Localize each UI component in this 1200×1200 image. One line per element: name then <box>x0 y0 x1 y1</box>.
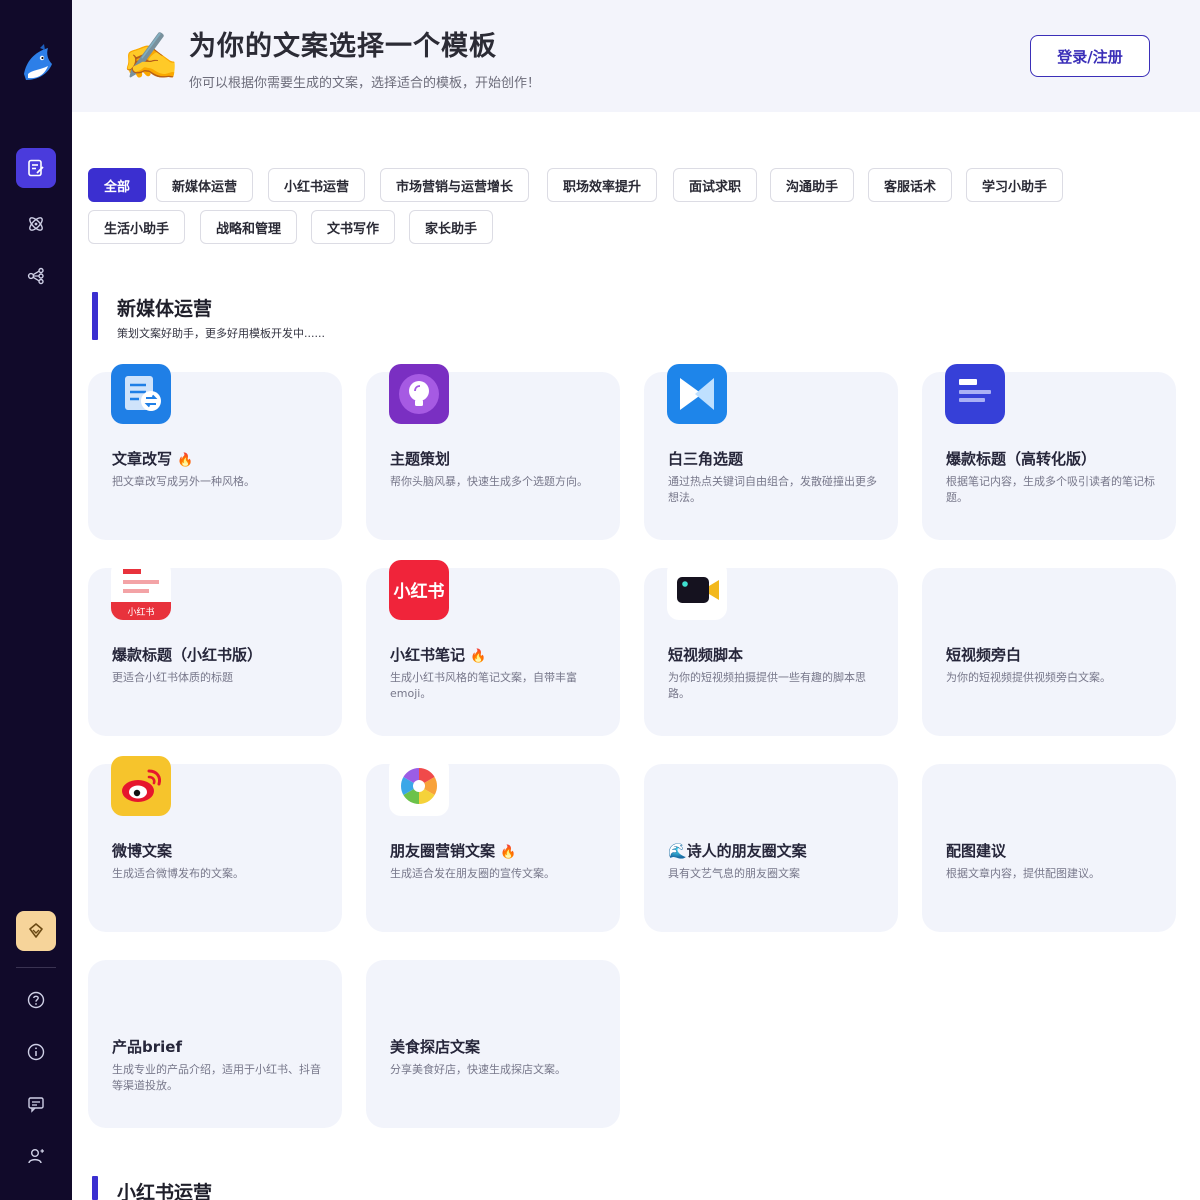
nav-workflow[interactable] <box>16 256 56 296</box>
card-title: 配图建议 <box>946 842 1007 860</box>
nav-feedback[interactable] <box>16 1084 56 1124</box>
help-icon <box>27 991 45 1009</box>
card-description: 生成适合发在朋友圈的宣传文案。 <box>390 867 555 880</box>
card-title: 白三角选题 <box>668 450 744 468</box>
user-add-icon <box>28 1149 44 1164</box>
category-chip[interactable]: 学习小助手 <box>966 168 1064 202</box>
moments-icon <box>389 756 449 816</box>
template-card-poet-moments[interactable]: 🌊诗人的朋友圈文案 具有文艺气息的朋友圈文案 <box>644 764 898 932</box>
section-accent-bar <box>92 1176 98 1200</box>
category-chip[interactable]: 家长助手 <box>409 210 494 244</box>
template-card-product-brief[interactable]: 产品brief 生成专业的产品介绍，适用于小红书、抖音等渠道投放。 <box>88 960 342 1128</box>
card-title: 爆款标题（小红书版） <box>112 646 263 664</box>
card-title: 朋友圈营销文案 🔥 <box>390 842 517 860</box>
category-chip[interactable]: 文书写作 <box>311 210 396 244</box>
card-description: 更适合小红书体质的标题 <box>112 671 233 684</box>
app-root: ✍️ 为你的文案选择一个模板 你可以根据你需要生成的文案，选择适合的模板，开始创… <box>0 0 1200 1200</box>
category-chip[interactable]: 生活小助手 <box>88 210 186 244</box>
nav-user[interactable] <box>16 1136 56 1176</box>
writing-hand-icon: ✍️ <box>122 29 180 83</box>
card-title: 短视频旁白 <box>946 646 1022 664</box>
card-description: 根据笔记内容，生成多个吸引读者的笔记标题。 <box>946 475 1155 504</box>
category-chip[interactable]: 市场营销与运营增长 <box>380 168 530 202</box>
card-title: 短视频脚本 <box>668 646 744 664</box>
headline-icon <box>945 364 1005 424</box>
weibo-icon <box>111 756 171 816</box>
fire-icon: 🔥 <box>177 453 194 468</box>
section-title: 新媒体运营 <box>117 298 213 320</box>
page-title: 为你的文案选择一个模板 <box>189 31 497 62</box>
card-description: 分享美食好店，快速生成探店文案。 <box>390 1063 566 1076</box>
card-title: 微博文案 <box>112 842 173 860</box>
card-title: 爆款标题（高转化版） <box>946 450 1097 468</box>
card-title: 🌊诗人的朋友圈文案 <box>668 842 807 860</box>
category-chip-all[interactable]: 全部 <box>88 168 147 202</box>
card-description: 生成适合微博发布的文案。 <box>112 867 244 880</box>
card-description: 具有文艺气息的朋友圈文案 <box>668 867 800 880</box>
category-chip[interactable]: 新媒体运营 <box>156 168 254 202</box>
sidebar-divider <box>16 967 56 968</box>
vip-icon <box>29 923 43 938</box>
rewrite-icon <box>111 364 171 424</box>
card-title: 美食探店文案 <box>390 1038 481 1056</box>
lightbulb-icon <box>389 364 449 424</box>
category-chip[interactable]: 战略和管理 <box>200 210 298 244</box>
card-title: 文章改写 🔥 <box>112 450 194 468</box>
nav-help[interactable] <box>16 980 56 1020</box>
template-card-video-script[interactable]: 短视频脚本 为你的短视频拍摄提供一些有趣的脚本思路。 <box>644 560 898 736</box>
card-description: 生成专业的产品介绍，适用于小红书、抖音等渠道投放。 <box>112 1063 321 1092</box>
section-accent-bar <box>92 292 98 340</box>
template-card-white-triangle[interactable]: 白三角选题 通过热点关键词自由组合，发散碰撞出更多想法。 <box>644 364 898 540</box>
template-card-video-narration[interactable]: 短视频旁白 为你的短视频提供视频旁白文案。 <box>922 568 1176 736</box>
card-description: 帮你头脑风暴，快速生成多个选题方向。 <box>390 475 588 488</box>
template-card-xhs-note[interactable]: 小红书 小红书笔记 🔥 生成小红书风格的笔记文案，自带丰富emoji。 <box>366 560 620 736</box>
xhs-headline-icon: 小红书 <box>111 560 171 620</box>
templates-icon <box>28 159 44 177</box>
template-card-food-review[interactable]: 美食探店文案 分享美食好店，快速生成探店文案。 <box>366 960 620 1128</box>
sidebar <box>0 0 72 1200</box>
header: ✍️ 为你的文案选择一个模板 你可以根据你需要生成的文案，选择适合的模板，开始创… <box>72 0 1200 112</box>
login-register-button[interactable]: 登录/注册 <box>1030 35 1150 77</box>
card-title: 主题策划 <box>390 450 451 468</box>
triangle-icon <box>667 364 727 424</box>
feedback-icon <box>28 1097 44 1113</box>
workflow-icon <box>27 267 44 285</box>
template-card-rewrite[interactable]: 文章改写 🔥 把文章改写成另外一种风格。 <box>88 364 342 540</box>
shark-logo-icon[interactable] <box>18 44 56 84</box>
template-card-moments-marketing[interactable]: 朋友圈营销文案 🔥 生成适合发在朋友圈的宣传文案。 <box>366 756 620 932</box>
section-description: 策划文案好助手，更多好用模板开发中...... <box>117 327 325 340</box>
info-icon <box>27 1043 45 1061</box>
nav-info[interactable] <box>16 1032 56 1072</box>
category-chip[interactable]: 客服话术 <box>868 168 953 202</box>
card-title: 产品brief <box>112 1038 182 1056</box>
fire-icon: 🔥 <box>470 649 487 664</box>
template-card-hot-headline[interactable]: 爆款标题（高转化版） 根据笔记内容，生成多个吸引读者的笔记标题。 <box>922 364 1176 540</box>
template-card-xhs-headline[interactable]: 小红书 爆款标题（小红书版） 更适合小红书体质的标题 <box>88 560 342 736</box>
card-description: 为你的短视频拍摄提供一些有趣的脚本思路。 <box>668 671 866 700</box>
category-chip[interactable]: 沟通助手 <box>770 168 855 202</box>
template-card-topic-planning[interactable]: 主题策划 帮你头脑风暴，快速生成多个选题方向。 <box>366 364 620 540</box>
card-description: 根据文章内容，提供配图建议。 <box>946 867 1100 880</box>
template-card-image-suggestion[interactable]: 配图建议 根据文章内容，提供配图建议。 <box>922 764 1176 932</box>
video-camera-icon <box>667 560 727 620</box>
xiaohongshu-icon: 小红书 <box>389 560 449 620</box>
card-title: 小红书笔记 🔥 <box>390 646 487 664</box>
svg-text:小红书: 小红书 <box>127 606 154 618</box>
template-card-weibo[interactable]: 微博文案 生成适合微博发布的文案。 <box>88 756 342 932</box>
category-chip[interactable]: 面试求职 <box>673 168 758 202</box>
atom-icon <box>29 217 43 231</box>
card-description: 把文章改写成另外一种风格。 <box>112 475 255 488</box>
svg-text:小红书: 小红书 <box>394 581 445 602</box>
fire-icon: 🔥 <box>500 845 517 860</box>
card-description: 为你的短视频提供视频旁白文案。 <box>946 671 1111 684</box>
nav-atom[interactable] <box>16 204 56 244</box>
vip-button[interactable] <box>16 911 56 951</box>
category-chip[interactable]: 职场效率提升 <box>547 168 658 202</box>
card-description: 生成小红书风格的笔记文案，自带丰富emoji。 <box>390 671 577 700</box>
page-subtitle: 你可以根据你需要生成的文案，选择适合的模板，开始创作！ <box>189 76 541 91</box>
section-title: 小红书运营 <box>117 1182 213 1200</box>
category-chip[interactable]: 小红书运营 <box>268 168 366 202</box>
card-description: 通过热点关键词自由组合，发散碰撞出更多想法。 <box>668 475 877 504</box>
nav-templates[interactable] <box>16 148 56 188</box>
